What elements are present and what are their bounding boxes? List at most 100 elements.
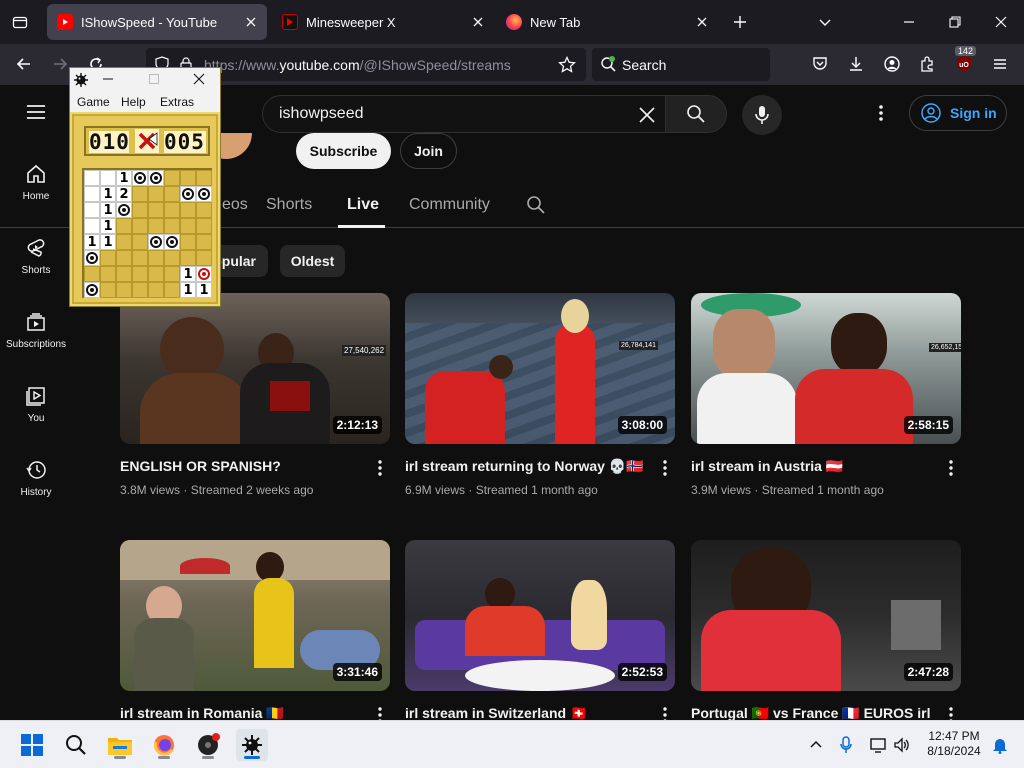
covered-cell[interactable]: [132, 282, 148, 298]
mine-cell[interactable]: [84, 282, 100, 298]
menu-hamburger-icon[interactable]: [988, 52, 1012, 76]
guide-item-home[interactable]: Home: [0, 163, 72, 202]
covered-cell[interactable]: [100, 266, 116, 282]
url-text[interactable]: https://www.youtube.com/@IShowSpeed/stre…: [204, 57, 511, 73]
covered-cell[interactable]: [164, 186, 180, 202]
video-menu-icon[interactable]: [659, 459, 671, 477]
tab-shorts[interactable]: Shorts: [266, 196, 312, 214]
covered-cell[interactable]: [84, 266, 100, 282]
system-clock[interactable]: 12:47 PM 8/18/2024: [918, 729, 990, 759]
number-cell[interactable]: 1: [196, 282, 212, 298]
close-tab-icon[interactable]: [470, 14, 486, 30]
video-title[interactable]: irl stream in Austria 🇦🇹: [691, 458, 843, 475]
close-icon[interactable]: [193, 73, 205, 85]
menu-extras[interactable]: Extras: [160, 95, 194, 109]
covered-cell[interactable]: [164, 170, 180, 186]
covered-cell[interactable]: [148, 202, 164, 218]
video-card[interactable]: 26,652,156 2:58:15 irl stream in Austria…: [691, 293, 961, 497]
video-title[interactable]: ENGLISH OR SPANISH?: [120, 458, 281, 474]
covered-cell[interactable]: [148, 282, 164, 298]
open-cell[interactable]: [84, 218, 100, 234]
number-cell[interactable]: 1: [84, 234, 100, 250]
guide-item-subscriptions[interactable]: Subscriptions: [0, 311, 72, 350]
guide-item-you[interactable]: You: [0, 385, 72, 424]
covered-cell[interactable]: [164, 282, 180, 298]
covered-cell[interactable]: [116, 234, 132, 250]
list-all-tabs-icon[interactable]: [813, 10, 837, 34]
open-cell[interactable]: [100, 170, 116, 186]
covered-cell[interactable]: [180, 250, 196, 266]
covered-cell[interactable]: [132, 250, 148, 266]
close-tab-icon[interactable]: [694, 14, 710, 30]
tab-youtube[interactable]: IShowSpeed - YouTube: [47, 4, 267, 40]
video-menu-icon[interactable]: [659, 706, 671, 720]
covered-cell[interactable]: [196, 234, 212, 250]
maximize-icon[interactable]: [148, 73, 160, 85]
volume-icon[interactable]: [886, 729, 918, 761]
covered-cell[interactable]: [116, 250, 132, 266]
guide-item-shorts[interactable]: Shorts: [0, 237, 72, 276]
media-player-icon[interactable]: [192, 729, 224, 761]
firefox-icon[interactable]: [148, 729, 180, 761]
tab-list-icon[interactable]: [8, 10, 32, 34]
search-button[interactable]: [665, 95, 727, 133]
show-hidden-icons-icon[interactable]: [800, 729, 832, 761]
video-menu-icon[interactable]: [945, 459, 957, 477]
covered-cell[interactable]: [180, 170, 196, 186]
mine-cell[interactable]: [132, 170, 148, 186]
covered-cell[interactable]: [180, 202, 196, 218]
mine-cell[interactable]: [196, 186, 212, 202]
downloads-icon[interactable]: [844, 52, 868, 76]
covered-cell[interactable]: [100, 282, 116, 298]
face-button[interactable]: [135, 129, 159, 153]
covered-cell[interactable]: [196, 202, 212, 218]
number-cell[interactable]: 1: [100, 202, 116, 218]
covered-cell[interactable]: [132, 218, 148, 234]
covered-cell[interactable]: [132, 186, 148, 202]
covered-cell[interactable]: [148, 250, 164, 266]
search-icon[interactable]: [60, 729, 92, 761]
mine-grid[interactable]: 1121111111: [82, 168, 212, 298]
open-cell[interactable]: [84, 202, 100, 218]
covered-cell[interactable]: [148, 266, 164, 282]
number-cell[interactable]: 1: [100, 234, 116, 250]
video-menu-icon[interactable]: [374, 706, 386, 720]
covered-cell[interactable]: [148, 186, 164, 202]
number-cell[interactable]: 2: [116, 186, 132, 202]
search-engine-icon[interactable]: [600, 56, 616, 72]
covered-cell[interactable]: [164, 218, 180, 234]
tab-videos[interactable]: eos: [222, 196, 248, 214]
close-window-icon[interactable]: [989, 10, 1013, 34]
guide-item-history[interactable]: History: [0, 459, 72, 498]
video-menu-icon[interactable]: [945, 706, 957, 720]
account-icon[interactable]: [880, 52, 904, 76]
covered-cell[interactable]: [132, 266, 148, 282]
video-menu-icon[interactable]: [374, 459, 386, 477]
covered-cell[interactable]: [196, 250, 212, 266]
new-tab-icon[interactable]: [728, 10, 752, 34]
minesweeper-window[interactable]: Game Help Extras 010 005 1121111111: [69, 67, 221, 307]
video-card[interactable]: 26,784,141 3:08:00 irl stream returning …: [405, 293, 675, 497]
pocket-icon[interactable]: [808, 52, 832, 76]
video-card[interactable]: 2:47:28 Portugal 🇵🇹 vs France 🇫🇷 EUROS i…: [691, 540, 961, 720]
restore-window-icon[interactable]: [943, 10, 967, 34]
video-card[interactable]: 27,540,262 2:12:13 ENGLISH OR SPANISH? 3…: [120, 293, 390, 497]
search-input[interactable]: ishowpseed: [262, 95, 666, 133]
covered-cell[interactable]: [196, 218, 212, 234]
chip-oldest[interactable]: Oldest: [280, 245, 345, 277]
video-card[interactable]: 2:52:53 irl stream in Switzerland 🇨🇭: [405, 540, 675, 720]
video-thumbnail[interactable]: 2:52:53: [405, 540, 675, 691]
covered-cell[interactable]: [116, 218, 132, 234]
video-title[interactable]: irl stream in Switzerland 🇨🇭: [405, 705, 587, 720]
video-title[interactable]: irl stream in Romania 🇷🇴: [120, 705, 284, 720]
covered-cell[interactable]: [180, 218, 196, 234]
video-thumbnail[interactable]: 26,652,156 2:58:15: [691, 293, 961, 444]
menu-help[interactable]: Help: [121, 95, 146, 109]
tab-new-tab[interactable]: New Tab: [496, 4, 718, 40]
mine-cell[interactable]: [180, 186, 196, 202]
covered-cell[interactable]: [164, 202, 180, 218]
covered-cell[interactable]: [100, 250, 116, 266]
menu-game[interactable]: Game: [77, 95, 110, 109]
minesweeper-title-bar[interactable]: [70, 68, 220, 92]
number-cell[interactable]: 1: [100, 218, 116, 234]
